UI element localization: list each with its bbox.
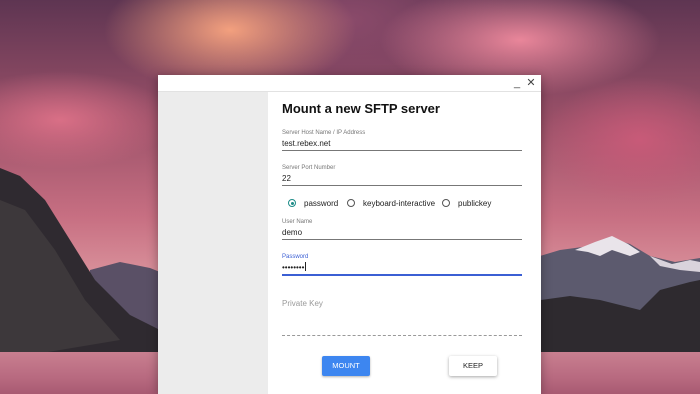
window-titlebar: _ ✕ bbox=[158, 75, 541, 92]
left-sidebar-pane bbox=[158, 92, 268, 394]
mount-sftp-dialog: _ ✕ Mount a new SFTP server Server Host … bbox=[158, 75, 541, 394]
radio-unchecked-icon bbox=[442, 199, 450, 207]
password-input[interactable]: •••••••• bbox=[282, 262, 522, 276]
port-field[interactable]: Server Port Number 22 bbox=[282, 164, 522, 186]
radio-label-keyboard-interactive: keyboard-interactive bbox=[363, 198, 436, 208]
username-field[interactable]: User Name demo bbox=[282, 218, 522, 240]
host-input[interactable]: test.rebex.net bbox=[282, 138, 522, 151]
radio-publickey[interactable]: publickey bbox=[442, 197, 491, 209]
keep-button[interactable]: KEEP bbox=[449, 356, 497, 376]
mount-form: Mount a new SFTP server Server Host Name… bbox=[282, 92, 522, 394]
username-input[interactable]: demo bbox=[282, 227, 522, 240]
text-caret bbox=[305, 262, 307, 271]
close-button[interactable]: ✕ bbox=[524, 76, 538, 90]
radio-label-password: password bbox=[304, 198, 339, 208]
private-key-label: Private Key bbox=[282, 299, 323, 308]
private-key-field[interactable]: Private Key bbox=[282, 297, 522, 336]
radio-checked-icon bbox=[288, 199, 296, 207]
radio-password[interactable]: password bbox=[288, 197, 338, 209]
host-field[interactable]: Server Host Name / IP Address test.rebex… bbox=[282, 129, 522, 151]
password-field[interactable]: Password •••••••• bbox=[282, 253, 522, 276]
auth-method-radio-group: password keyboard-interactive publickey bbox=[288, 197, 522, 209]
port-input[interactable]: 22 bbox=[282, 173, 522, 186]
host-label: Server Host Name / IP Address bbox=[282, 130, 366, 136]
password-dots: •••••••• bbox=[282, 263, 305, 272]
username-label: User Name bbox=[282, 219, 313, 225]
page-title: Mount a new SFTP server bbox=[282, 101, 440, 116]
minimize-button[interactable]: _ bbox=[510, 76, 524, 90]
radio-keyboard-interactive[interactable]: keyboard-interactive bbox=[347, 197, 435, 209]
radio-label-publickey: publickey bbox=[458, 198, 492, 208]
password-label: Password bbox=[282, 254, 309, 260]
mount-button[interactable]: MOUNT bbox=[322, 356, 370, 376]
radio-unchecked-icon bbox=[347, 199, 355, 207]
port-label: Server Port Number bbox=[282, 165, 336, 171]
